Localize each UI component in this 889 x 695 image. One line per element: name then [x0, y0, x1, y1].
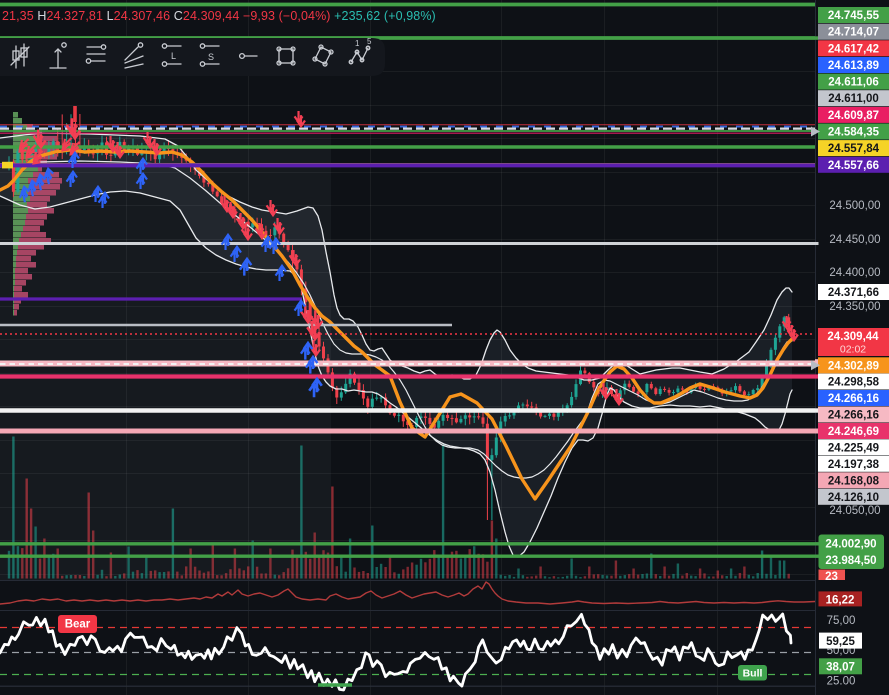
svg-text:24.371,66: 24.371,66: [828, 287, 879, 299]
svg-text:24.611,00: 24.611,00: [828, 93, 879, 105]
svg-text:24.298,58: 24.298,58: [828, 377, 880, 389]
svg-text:23.984,50: 23.984,50: [825, 555, 876, 567]
svg-text:24.617,42: 24.617,42: [828, 43, 879, 55]
svg-text:38,07: 38,07: [826, 662, 855, 674]
svg-text:5: 5: [367, 37, 372, 46]
svg-text:24.168,08: 24.168,08: [828, 475, 880, 487]
svg-text:25.00: 25.00: [827, 675, 856, 687]
svg-text:24.609,87: 24.609,87: [828, 110, 879, 122]
svg-text:24.500,00: 24.500,00: [829, 200, 880, 212]
svg-text:1: 1: [355, 39, 360, 48]
svg-text:Bear: Bear: [65, 619, 91, 631]
svg-text:24.266,16: 24.266,16: [828, 410, 879, 422]
svg-text:24.246,69: 24.246,69: [828, 426, 879, 438]
svg-text:24.302,89: 24.302,89: [828, 360, 879, 372]
svg-text:24.450,00: 24.450,00: [829, 234, 880, 246]
svg-text:L: L: [171, 51, 176, 61]
svg-text:24.266,16: 24.266,16: [828, 393, 879, 405]
svg-text:24.309,44: 24.309,44: [827, 331, 879, 343]
svg-text:24.350,00: 24.350,00: [829, 301, 880, 313]
svg-text:Bull: Bull: [743, 668, 763, 680]
svg-text:16,22: 16,22: [826, 594, 855, 606]
svg-text:59,25: 59,25: [826, 636, 855, 648]
svg-text:24.400,00: 24.400,00: [829, 267, 880, 279]
svg-text:24.050,00: 24.050,00: [829, 505, 880, 517]
svg-text:24.611,06: 24.611,06: [828, 77, 879, 89]
svg-text:75,00: 75,00: [827, 615, 856, 627]
svg-text:24.714,07: 24.714,07: [828, 27, 879, 39]
svg-text:24.002,90: 24.002,90: [825, 539, 876, 551]
svg-text:23: 23: [825, 571, 838, 583]
svg-text:24.584,35: 24.584,35: [828, 127, 880, 139]
svg-text:02:02: 02:02: [840, 344, 866, 356]
svg-text:S: S: [208, 52, 214, 62]
svg-text:24.745,55: 24.745,55: [828, 10, 880, 22]
svg-text:24.225,49: 24.225,49: [828, 442, 879, 454]
svg-text:24.197,38: 24.197,38: [828, 459, 880, 471]
svg-text:24.613,89: 24.613,89: [828, 60, 879, 72]
svg-text:21,35 H24.327,81 L24.307,46 C: 21,35 H24.327,81 L24.307,46 C24.309,44 −…: [2, 9, 436, 23]
svg-text:24.557,84: 24.557,84: [828, 143, 880, 155]
svg-text:24.126,10: 24.126,10: [828, 492, 879, 504]
svg-text:24.557,66: 24.557,66: [828, 160, 879, 172]
